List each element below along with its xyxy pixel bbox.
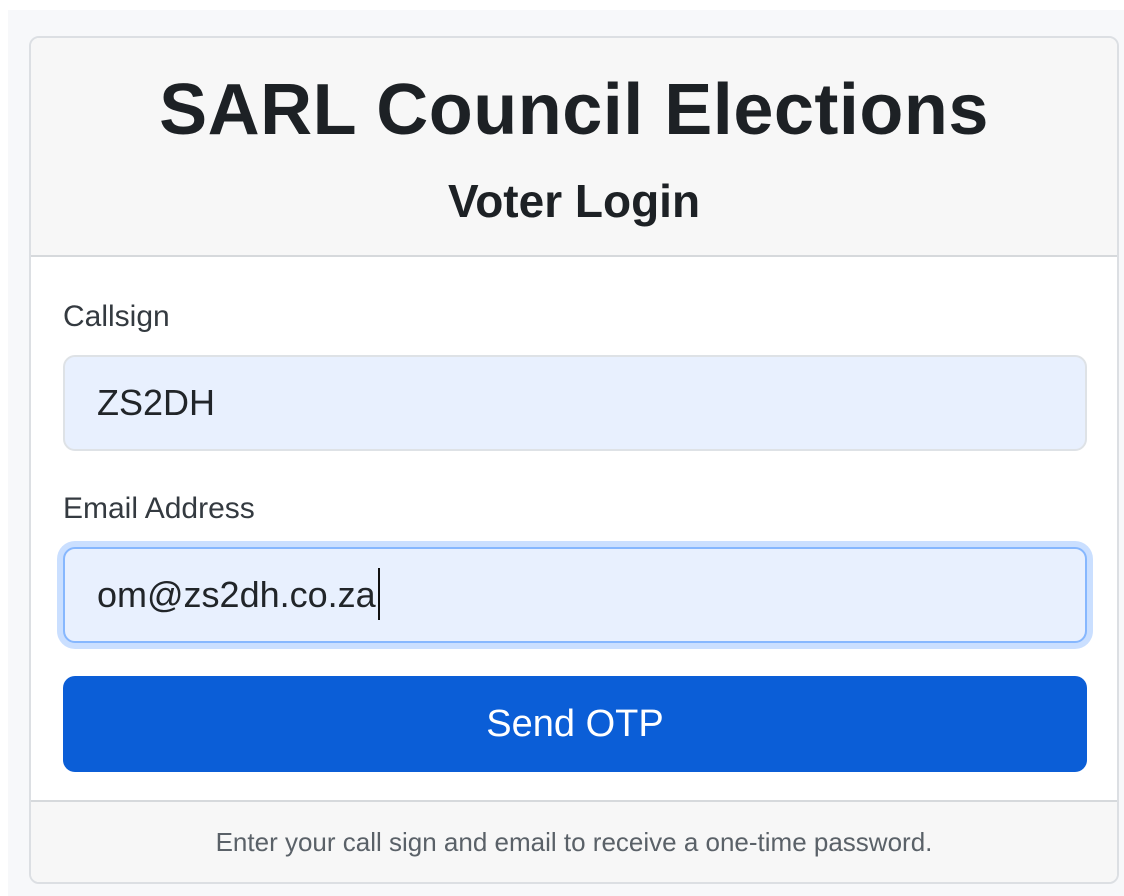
callsign-label: Callsign <box>63 300 170 333</box>
text-caret <box>377 568 380 621</box>
login-card: SARL Council Elections Voter Login Calls… <box>29 36 1119 884</box>
card-footer: Enter your call sign and email to receiv… <box>31 800 1117 882</box>
email-input[interactable]: om@zs2dh.co.za <box>63 547 1087 643</box>
email-value: om@zs2dh.co.za <box>97 574 376 615</box>
page-title: SARL Council Elections <box>159 70 989 150</box>
footer-help-text: Enter your call sign and email to receiv… <box>215 827 933 857</box>
send-otp-button[interactable]: Send OTP <box>63 676 1087 772</box>
card-header: SARL Council Elections Voter Login <box>31 38 1117 257</box>
callsign-value: ZS2DH <box>97 382 216 423</box>
page-subtitle: Voter Login <box>447 175 701 227</box>
email-label: Email Address <box>63 492 255 525</box>
callsign-input[interactable]: ZS2DH <box>63 355 1087 451</box>
